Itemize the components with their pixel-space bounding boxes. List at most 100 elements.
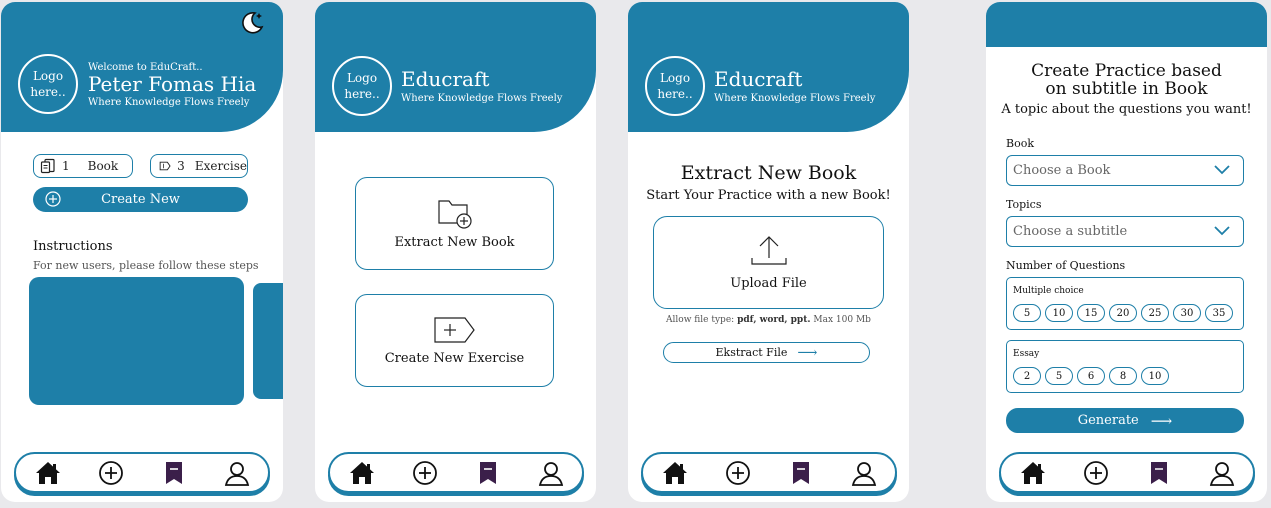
header: Logo here.. Educraft Where Knowledge Flo… [628, 2, 909, 132]
create-new-exercise-card[interactable]: Create New Exercise [355, 294, 554, 387]
extract-book-screen: Logo here.. Educraft Where Knowledge Flo… [628, 2, 909, 502]
bookmark-icon[interactable] [160, 459, 188, 487]
book-field-label: Book [1006, 137, 1034, 150]
user-name: Peter Fomas Hia [88, 72, 257, 96]
multiple-choice-options: 5 10 15 20 25 30 35 [1013, 304, 1233, 322]
essay-group: Essay 2 5 6 8 10 [1006, 340, 1244, 393]
home-icon[interactable] [348, 459, 376, 487]
logo: Logo here.. [18, 54, 78, 114]
upload-file-label: Upload File [730, 276, 807, 291]
mc-option[interactable]: 15 [1077, 304, 1105, 322]
book-select[interactable]: Choose a Book [1006, 155, 1244, 186]
essay-option[interactable]: 5 [1045, 367, 1073, 385]
essay-option[interactable]: 2 [1013, 367, 1041, 385]
plus-circle-icon [45, 191, 61, 207]
arrow-right-icon: ⟶ [1150, 411, 1173, 430]
mc-option[interactable]: 20 [1109, 304, 1137, 322]
instruction-card[interactable] [29, 277, 244, 405]
book-select-value: Choose a Book [1013, 163, 1111, 178]
multiple-choice-group: Multiple choice 5 10 15 20 25 30 35 [1006, 277, 1244, 330]
essay-option[interactable]: 8 [1109, 367, 1137, 385]
bottom-nav [999, 452, 1255, 493]
home-screen: Logo here.. Welcome to EduCraft.. Peter … [1, 2, 283, 502]
generate-button[interactable]: Generate ⟶ [1006, 408, 1244, 433]
instructions-title: Instructions [33, 239, 113, 254]
create-new-exercise-label: Create New Exercise [384, 351, 525, 366]
exercise-count-pill[interactable]: 3 Exercise [150, 154, 248, 178]
allow-max-size: Max 100 Mb [813, 315, 871, 325]
folder-add-icon [437, 200, 472, 229]
create-new-button[interactable]: Create New [33, 187, 248, 212]
page-title-line1: Create Practice based [1031, 61, 1222, 81]
profile-icon[interactable] [537, 459, 565, 487]
book-stack-icon [40, 158, 55, 174]
mc-option[interactable]: 5 [1013, 304, 1041, 322]
allow-types: pdf, word, ppt. [737, 315, 811, 325]
multiple-choice-label: Multiple choice [1013, 286, 1084, 296]
add-circle-icon[interactable] [97, 459, 125, 487]
topics-select[interactable]: Choose a subtitle [1006, 216, 1244, 247]
bookmark-icon[interactable] [787, 459, 815, 487]
moon-icon[interactable] [239, 10, 265, 36]
upload-file-dropzone[interactable]: Upload File [653, 216, 884, 309]
generate-label: Generate [1077, 413, 1139, 428]
extract-new-book-card[interactable]: Extract New Book [355, 177, 554, 270]
instructions-subtitle: For new users, please follow these steps [33, 259, 259, 272]
essay-option[interactable]: 6 [1077, 367, 1105, 385]
bottom-nav [14, 452, 270, 493]
tagline: Where Knowledge Flows Freely [401, 93, 563, 104]
questions-field-label: Number of Questions [1006, 259, 1126, 272]
essay-option[interactable]: 10 [1141, 367, 1169, 385]
page-subtitle: Start Your Practice with a new Book! [646, 188, 891, 203]
arrow-right-icon: ⟶ [797, 344, 818, 361]
book-label: Book [87, 159, 119, 173]
header: Logo here.. Educraft Where Knowledge Flo… [315, 2, 596, 132]
logo-text-line1: Logo [659, 71, 691, 85]
bottom-nav [641, 452, 897, 493]
mc-option[interactable]: 25 [1141, 304, 1169, 322]
book-count: 1 [62, 159, 70, 173]
allow-prefix: Allow file type: [666, 315, 735, 325]
create-new-label: Create New [101, 192, 180, 207]
upload-icon [750, 236, 787, 265]
create-menu-screen: Logo here.. Educraft Where Knowledge Flo… [315, 2, 596, 502]
mc-option[interactable]: 30 [1173, 304, 1201, 322]
page-title-line2: on subtitle in Book [1045, 79, 1208, 99]
exercise-tag-add-icon [433, 317, 475, 343]
bookmark-icon[interactable] [1145, 459, 1173, 487]
page-title: Extract New Book [680, 162, 857, 184]
instruction-card-next[interactable] [253, 283, 283, 399]
exercise-count: 3 [177, 159, 185, 173]
essay-options: 2 5 6 8 10 [1013, 367, 1169, 385]
logo-text-line2: here.. [30, 85, 66, 99]
add-circle-icon[interactable] [411, 459, 439, 487]
profile-icon[interactable] [223, 459, 251, 487]
extract-file-button[interactable]: Ekstract File ⟶ [663, 342, 870, 363]
add-circle-icon[interactable] [1082, 459, 1110, 487]
profile-icon[interactable] [850, 459, 878, 487]
home-icon[interactable] [1019, 459, 1047, 487]
allowed-file-types: Allow file type: pdf, word, ppt. Max 100… [628, 315, 909, 325]
topics-select-value: Choose a subtitle [1013, 224, 1128, 239]
logo: Logo here.. [645, 56, 705, 116]
bottom-nav [328, 452, 584, 493]
topics-field-label: Topics [1006, 198, 1042, 211]
chevron-down-icon [1214, 226, 1230, 236]
book-count-pill[interactable]: 1 Book [33, 154, 133, 178]
exercise-tag-icon [159, 161, 171, 171]
header-bar [986, 2, 1267, 47]
exercise-label: Exercise [194, 159, 247, 173]
logo-text-line1: Logo [346, 71, 378, 85]
bookmark-icon[interactable] [474, 459, 502, 487]
profile-icon[interactable] [1208, 459, 1236, 487]
brand-name: Educraft [714, 67, 803, 91]
home-icon[interactable] [34, 459, 62, 487]
logo-text-line2: here.. [344, 87, 380, 101]
page-subtitle: A topic about the questions you want! [1001, 102, 1252, 117]
tagline: Where Knowledge Flows Freely [714, 93, 876, 104]
mc-option[interactable]: 35 [1205, 304, 1233, 322]
logo: Logo here.. [332, 56, 392, 116]
add-circle-icon[interactable] [724, 459, 752, 487]
mc-option[interactable]: 10 [1045, 304, 1073, 322]
home-icon[interactable] [661, 459, 689, 487]
